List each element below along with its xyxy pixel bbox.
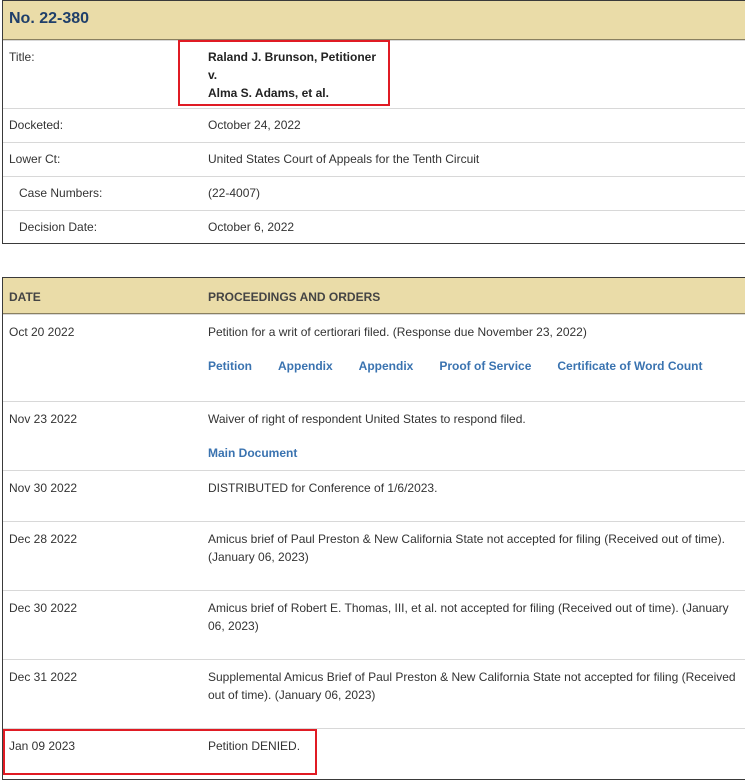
info-value: October 24, 2022 — [208, 118, 301, 132]
info-row-case-numbers: Case Numbers: (22-4007) — [3, 176, 745, 210]
proceeding-text: Amicus brief of Robert E. Thomas, III, e… — [208, 601, 729, 633]
main-document-link[interactable]: Main Document — [208, 446, 297, 460]
document-links: Main Document — [208, 444, 739, 462]
proceeding-text: Supplemental Amicus Brief of Paul Presto… — [208, 670, 736, 702]
info-row-title: Title: Raland J. Brunson, Petitioner v. … — [3, 40, 745, 108]
proceeding-text: Waiver of right of respondent United Sta… — [208, 412, 526, 426]
proceeding-row: Nov 23 2022 Waiver of right of responden… — [3, 401, 745, 470]
case-title-value: Raland J. Brunson, Petitioner v. Alma S.… — [208, 48, 741, 102]
proceeding-row: Dec 31 2022 Supplemental Amicus Brief of… — [3, 659, 745, 728]
proceeding-row: Dec 28 2022 Amicus brief of Paul Preston… — [3, 521, 745, 590]
proceeding-date: Jan 09 2023 — [9, 739, 76, 753]
versus-line: v. — [208, 68, 218, 82]
proceeding-date: Oct 20 2022 — [9, 325, 75, 339]
proceeding-date: Dec 28 2022 — [9, 532, 78, 546]
entry-column-header: PROCEEDINGS AND ORDERS — [208, 290, 381, 304]
appendix-link[interactable]: Appendix — [278, 359, 333, 373]
info-label: Title: — [9, 50, 35, 64]
proceeding-text: DISTRIBUTED for Conference of 1/6/2023. — [208, 481, 438, 495]
certificate-of-word-count-link[interactable]: Certificate of Word Count — [557, 359, 702, 373]
proceeding-date: Nov 23 2022 — [9, 412, 78, 426]
proceeding-row: Dec 30 2022 Amicus brief of Robert E. Th… — [3, 590, 745, 659]
proof-of-service-link[interactable]: Proof of Service — [439, 359, 531, 373]
appendix-link-2[interactable]: Appendix — [359, 359, 414, 373]
case-info-table: No. 22-380 Title: Raland J. Brunson, Pet… — [2, 0, 745, 244]
info-label: Lower Ct: — [9, 152, 61, 166]
proceeding-row: Nov 30 2022 DISTRIBUTED for Conference o… — [3, 470, 745, 521]
document-links: Petition Appendix Appendix Proof of Service… — [208, 357, 739, 375]
info-value: United States Court of Appeals for the T… — [208, 152, 480, 166]
info-label: Docketed: — [9, 118, 64, 132]
case-number: No. 22-380 — [9, 10, 90, 27]
petition-link[interactable]: Petition — [208, 359, 252, 373]
case-header: No. 22-380 — [3, 1, 745, 40]
info-row-decision-date: Decision Date: October 6, 2022 — [3, 210, 745, 243]
info-row-docketed: Docketed: October 24, 2022 — [3, 108, 745, 142]
date-column-header: DATE — [9, 290, 41, 304]
info-label: Case Numbers: — [19, 186, 103, 200]
petitioner-line: Raland J. Brunson, Petitioner — [208, 50, 377, 64]
proceedings-header: DATE PROCEEDINGS AND ORDERS — [3, 278, 745, 314]
proceeding-text: Petition DENIED. — [208, 739, 301, 753]
info-value: October 6, 2022 — [208, 220, 295, 234]
proceeding-date: Nov 30 2022 — [9, 481, 78, 495]
proceeding-row: Jan 09 2023 Petition DENIED. — [3, 728, 745, 778]
respondent-line: Alma S. Adams, et al. — [208, 86, 329, 100]
proceeding-text: Amicus brief of Paul Preston & New Calif… — [208, 532, 725, 564]
proceeding-date: Dec 30 2022 — [9, 601, 78, 615]
proceedings-table: DATE PROCEEDINGS AND ORDERS Oct 20 2022 … — [2, 277, 745, 780]
proceeding-row: Oct 20 2022 Petition for a writ of certi… — [3, 314, 745, 401]
proceeding-date: Dec 31 2022 — [9, 670, 78, 684]
info-label: Decision Date: — [19, 220, 98, 234]
proceeding-text: Petition for a writ of certiorari filed.… — [208, 325, 587, 339]
info-value: (22-4007) — [208, 186, 261, 200]
info-row-lower-court: Lower Ct: United States Court of Appeals… — [3, 142, 745, 176]
